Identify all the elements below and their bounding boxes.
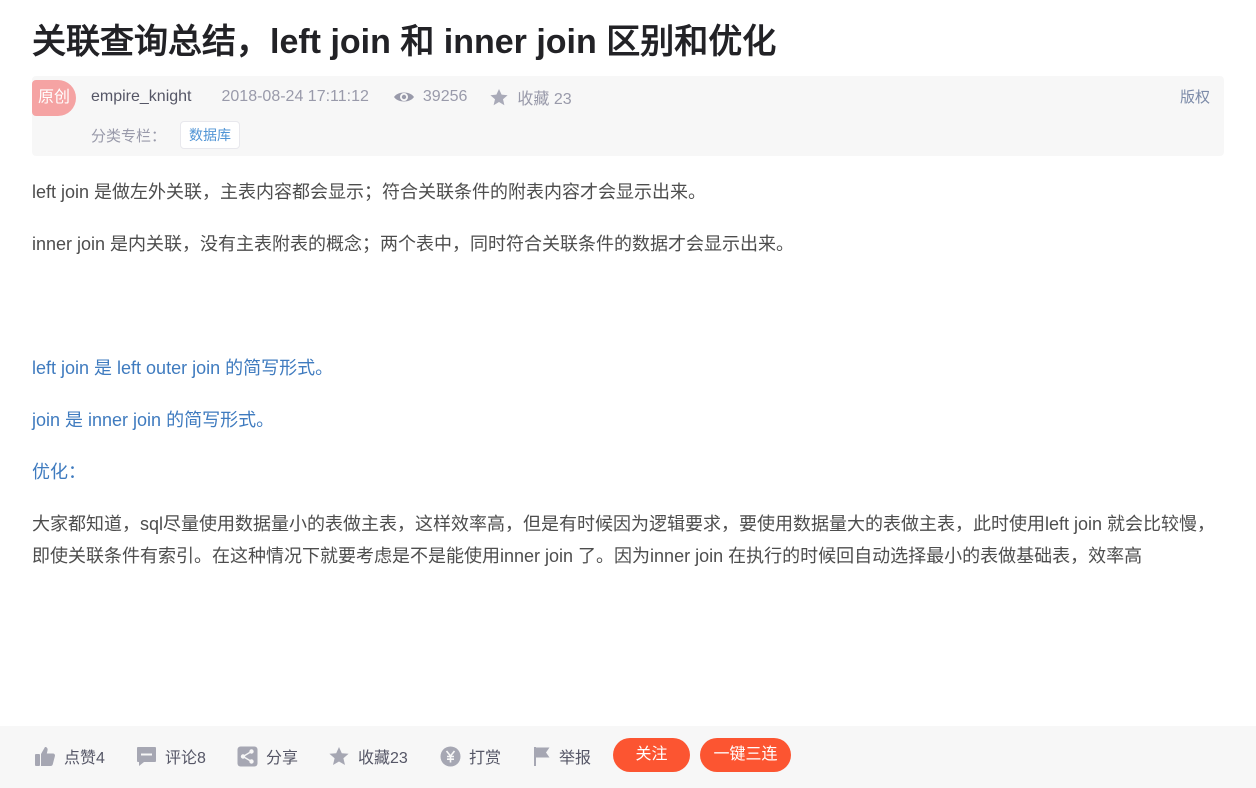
paragraph-highlight: join 是 inner join 的简写形式。 xyxy=(32,410,275,430)
view-count: 39256 xyxy=(393,88,468,106)
share-button[interactable]: 分享 xyxy=(237,744,298,768)
flag-icon xyxy=(534,746,550,766)
article-title: 关联查询总结，left join 和 inner join 区别和优化 xyxy=(32,23,777,61)
empty-paragraph xyxy=(32,280,1224,312)
category-tag[interactable]: 数据库 xyxy=(180,121,241,149)
paragraph: inner join 是内关联，没有主表附表的概念；两个表中，同时符合关联条件的… xyxy=(32,234,795,254)
copyright-link[interactable]: 版权 xyxy=(1180,86,1210,107)
view-count-value: 39256 xyxy=(422,88,468,105)
share-label: 分享 xyxy=(266,750,299,767)
reward-icon xyxy=(440,746,461,766)
report-button[interactable]: 举报 xyxy=(533,744,591,768)
follow-button[interactable]: 关注 xyxy=(613,738,690,772)
paragraph: 大家都知道，sql尽量使用数据量小的表做主表，这样效率高，但是有时候因为逻辑要求… xyxy=(32,514,1216,566)
comment-label: 评论8 xyxy=(165,750,206,767)
article: 关联查询总结，left join 和 inner join 区别和优化 原创 e… xyxy=(0,0,1256,788)
paragraph: left join 是做左外关联，主表内容都会显示；符合关联条件的附表内容才会显… xyxy=(32,182,707,202)
star-icon xyxy=(490,88,508,105)
favorite-icon xyxy=(329,746,349,765)
like-label: 点赞4 xyxy=(64,750,105,767)
bottom-toolbar: 点赞4 评论8 分享 收藏23 打赏 举报 关注 一键三连 xyxy=(0,726,1256,788)
comment-icon xyxy=(137,746,156,766)
optimization-heading: 优化： xyxy=(32,462,86,482)
paragraph-highlight: left join 是 left outer join 的简写形式。 xyxy=(32,358,334,378)
category-label: 分类专栏： xyxy=(91,127,167,145)
favorite-meta[interactable]: 收藏 23 xyxy=(489,85,572,109)
article-content: left join 是做左外关联，主表内容都会显示；符合关联条件的附表内容才会显… xyxy=(32,176,1224,572)
publish-date: 2018-08-24 17:11:12 xyxy=(221,88,369,105)
favorite-meta-label: 收藏 23 xyxy=(517,91,572,108)
thumb-up-icon xyxy=(35,747,55,766)
report-label: 举报 xyxy=(559,750,592,767)
like-button[interactable]: 点赞4 xyxy=(34,744,105,768)
original-badge: 原创 xyxy=(32,80,76,116)
share-icon xyxy=(237,746,258,766)
category-row: 分类专栏： 数据库 xyxy=(91,121,241,149)
reward-label: 打赏 xyxy=(469,750,502,767)
reward-button[interactable]: 打赏 xyxy=(440,744,501,768)
author-link[interactable]: empire_knight xyxy=(91,88,192,106)
comment-button[interactable]: 评论8 xyxy=(136,744,206,768)
favorite-button[interactable]: 收藏23 xyxy=(328,744,408,768)
eye-icon xyxy=(393,92,414,102)
meta-row: empire_knight 2018-08-24 17:11:12 39256 … xyxy=(91,86,572,108)
favorite-label: 收藏23 xyxy=(358,750,408,767)
article-meta: 原创 empire_knight 2018-08-24 17:11:12 392… xyxy=(32,76,1224,156)
triple-action-button[interactable]: 一键三连 xyxy=(700,738,791,772)
